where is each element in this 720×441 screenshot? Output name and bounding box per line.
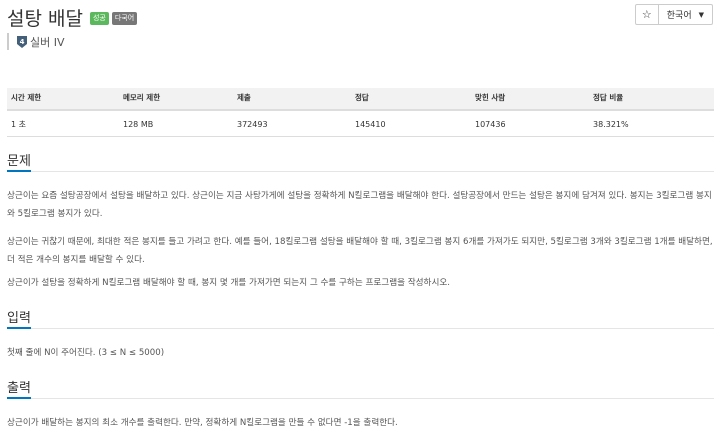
language-select[interactable]: 한국어 ▼: [658, 4, 713, 25]
header-submissions: 제출: [233, 88, 351, 111]
output-section-title: 출력: [7, 381, 31, 396]
problem-header: 설탕 배달 성공 다국어: [7, 4, 138, 31]
header-memory-limit: 메모리 제한: [119, 88, 233, 111]
header-solved-users: 맞힌 사람: [471, 88, 589, 111]
tier-number: 4: [20, 38, 25, 46]
tier-label[interactable]: 실버 IV: [30, 34, 65, 50]
accept-ratio-value: 38.321%: [589, 110, 714, 137]
tier-icon: 4: [17, 35, 27, 48]
problem-section-accent: [7, 170, 31, 172]
problem-description-3: 상근이가 설탕을 정확하게 N킬로그램 배달해야 할 때, 봉지 몇 개를 가져…: [7, 278, 451, 288]
time-limit-value: 1 초: [7, 110, 119, 137]
problem-description-2: 상근이는 귀찮기 때문에, 최대한 적은 봉지를 들고 가려고 한다. 예를 들…: [7, 237, 713, 265]
input-section-accent: [7, 327, 31, 329]
favorite-button[interactable]: ☆: [634, 4, 659, 25]
problem-section-divider: [7, 171, 714, 172]
output-section-divider: [7, 398, 714, 399]
caret-down-icon: ▼: [698, 10, 704, 19]
star-icon: ☆: [641, 8, 652, 21]
problem-description-1: 상근이는 요즘 설탕공장에서 설탕을 배달하고 있다. 상근이는 지금 사탕가게…: [7, 191, 712, 219]
table-header-row: 시간 제한 메모리 제한 제출 정답 맞힌 사람 정답 비율: [7, 88, 714, 111]
input-section-title: 입력: [7, 311, 31, 326]
output-section-accent: [7, 397, 31, 399]
input-description: 첫째 줄에 N이 주어진다. (3 ≤ N ≤ 5000): [7, 348, 165, 358]
memory-limit-value: 128 MB: [119, 110, 233, 137]
language-label: 한국어: [666, 11, 692, 21]
table-row: 1 초 128 MB 372493 145410 107436 38.321%: [7, 110, 714, 137]
header-accept-ratio: 정답 비율: [589, 88, 714, 111]
multilanguage-badge[interactable]: 다국어: [111, 12, 138, 25]
problem-section-title: 문제: [7, 154, 31, 169]
solved-users-value[interactable]: 107436: [471, 110, 589, 137]
output-description: 상근이가 배달하는 봉지의 최소 개수를 출력한다. 만약, 정확하게 N킬로그…: [7, 418, 398, 428]
header-accepted: 정답: [351, 88, 471, 111]
header-time-limit: 시간 제한: [7, 88, 119, 111]
tier-divider: [7, 33, 9, 50]
tier-row: 4 실버 IV: [7, 33, 65, 50]
accepted-value[interactable]: 145410: [351, 110, 471, 137]
page-title: 설탕 배달: [7, 8, 83, 30]
submissions-value[interactable]: 372493: [233, 110, 351, 137]
header-actions: ☆ 한국어 ▼: [634, 4, 713, 25]
problem-info-table: 시간 제한 메모리 제한 제출 정답 맞힌 사람 정답 비율 1 초 128 M…: [7, 88, 714, 137]
success-badge[interactable]: 성공: [89, 12, 109, 25]
input-section-divider: [7, 328, 714, 329]
